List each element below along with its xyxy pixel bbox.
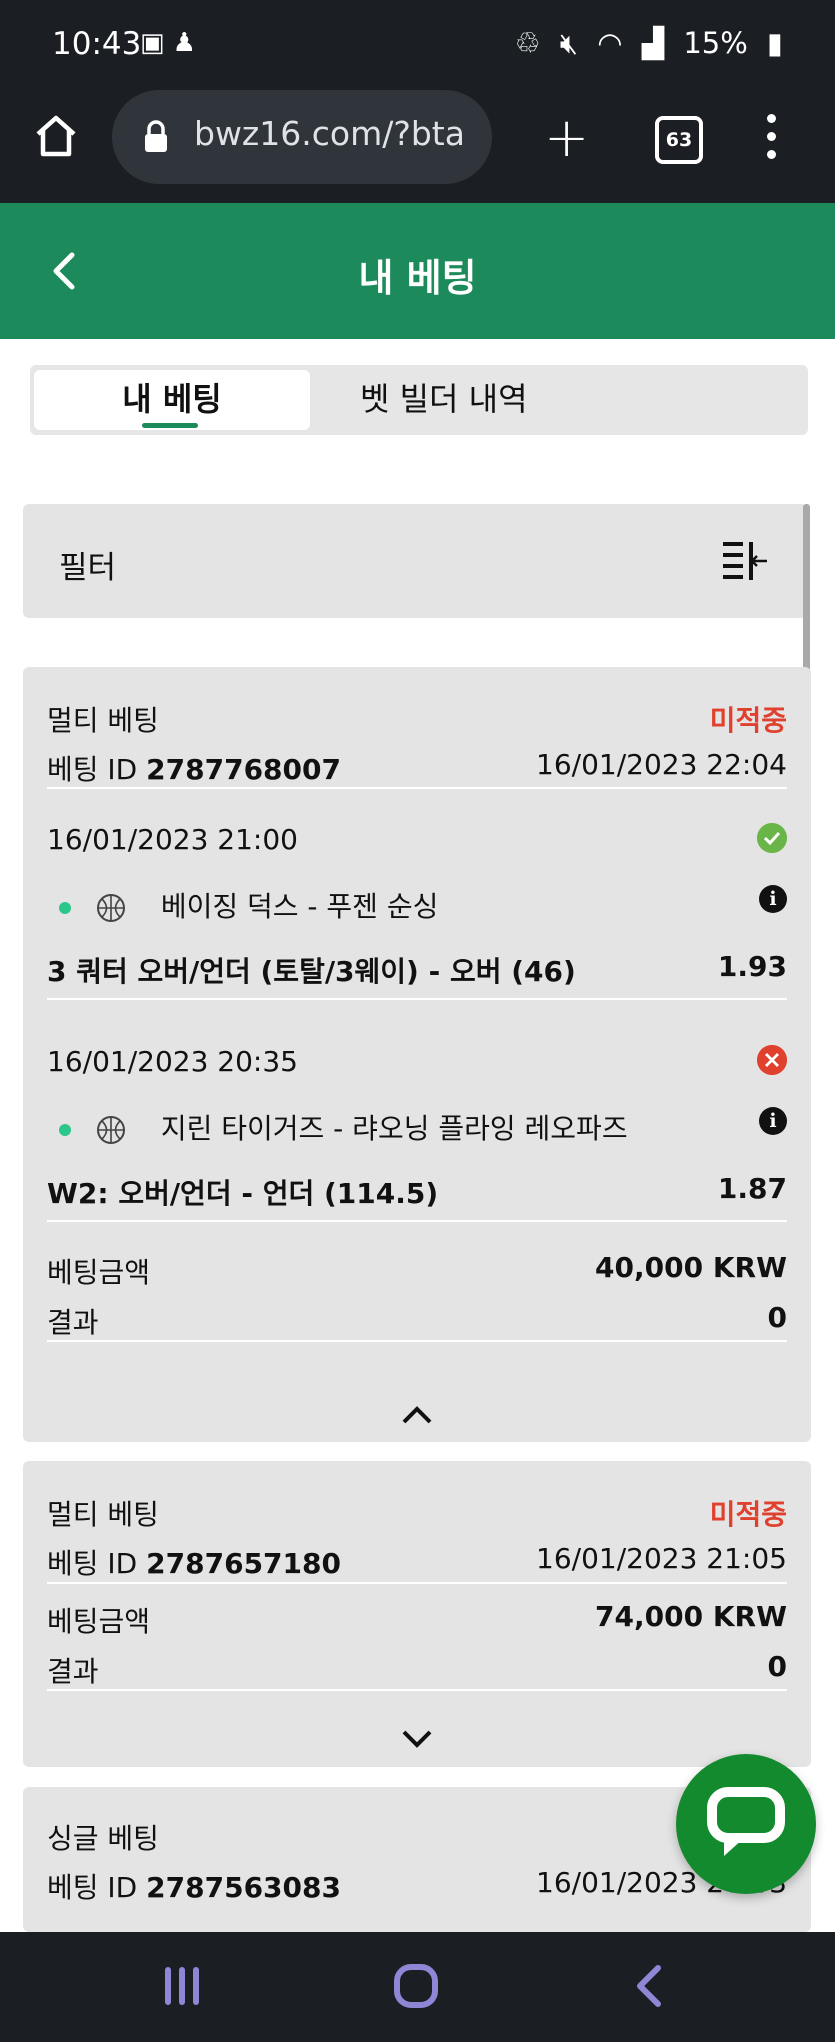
active-tab-indicator <box>142 423 198 428</box>
selection-match: 베이징 덕스 - 푸젠 순싱 <box>160 890 439 923</box>
selection-match-row: 지린 타이거즈 - 랴오닝 플라잉 레오파즈 i <box>47 1107 787 1147</box>
selection-match: 지린 타이거즈 - 랴오닝 플라잉 레오파즈 <box>160 1112 628 1145</box>
tab-my-bets-label: 내 베팅 <box>122 380 222 418</box>
divider <box>47 1582 787 1584</box>
bet-id-label: 베팅 ID <box>47 1871 138 1904</box>
tab-switcher-button[interactable]: 63 <box>655 116 703 164</box>
status-right: ♲ 🔇︎ ◠ ▟ 15% ▮ <box>505 26 783 61</box>
result-label: 결과 <box>47 1306 99 1339</box>
bet-id-label: 베팅 ID <box>47 1547 138 1580</box>
new-tab-button[interactable]: + <box>544 111 589 165</box>
bet-tabs: 내 베팅 벳 빌더 내역 <box>30 365 808 435</box>
basketball-icon <box>96 1116 125 1144</box>
battery-percent: 15% <box>683 26 748 60</box>
stake-label: 베팅금액 <box>47 1605 151 1638</box>
bet-type: 싱글 베팅 <box>47 1822 159 1855</box>
live-chat-button[interactable] <box>676 1754 816 1894</box>
app-header: 내 베팅 <box>0 203 835 339</box>
bet-datetime: 16/01/2023 21:05 <box>536 1542 787 1575</box>
bet-type: 멀티 베팅 <box>47 704 159 737</box>
live-dot-icon <box>59 1124 71 1136</box>
home-nav-icon[interactable] <box>392 1962 440 2010</box>
chevron-up-icon[interactable] <box>400 1405 434 1425</box>
bet-card: 멀티 베팅 미적중 베팅 ID 2787657180 16/01/2023 21… <box>23 1461 811 1767</box>
status-time: 10:43 <box>52 26 142 62</box>
stake-value: 74,000 KRW <box>595 1600 787 1633</box>
selection-market-row: 3 쿼터 오버/언더 (토탈/3웨이) - 오버 (46) 1.93 <box>47 950 787 990</box>
address-bar[interactable]: bwz16.com/?bta <box>112 90 492 184</box>
lock-icon <box>145 120 167 152</box>
status-bar: 10:43 ▣♟ ♲ 🔇︎ ◠ ▟ 15% ▮ <box>0 0 835 90</box>
stake-row: 베팅금액 40,000 KRW <box>47 1251 787 1291</box>
tab-my-bets[interactable]: 내 베팅 <box>34 370 310 430</box>
home-icon[interactable] <box>32 112 80 160</box>
stake-row: 베팅금액 74,000 KRW <box>47 1600 787 1640</box>
bet-type: 멀티 베팅 <box>47 1498 159 1531</box>
filter-icon[interactable] <box>721 540 769 582</box>
selection-match-row: 베이징 덕스 - 푸젠 순싱 i <box>47 885 787 925</box>
filter-bar[interactable]: 필터 <box>23 504 807 618</box>
page-title: 내 베팅 <box>358 256 477 300</box>
bet-type-row: 멀티 베팅 미적중 <box>47 699 787 739</box>
lost-x-icon <box>757 1045 787 1075</box>
bet-status: 미적중 <box>709 1498 787 1531</box>
browser-menu-icon[interactable] <box>763 114 779 168</box>
back-nav-icon[interactable] <box>632 1964 666 2008</box>
bet-status: 미적중 <box>709 704 787 737</box>
divider <box>47 1340 787 1342</box>
stake-value: 40,000 KRW <box>595 1251 787 1284</box>
divider <box>47 998 787 1000</box>
result-value: 0 <box>767 1301 787 1334</box>
mute-icon: 🔇︎ <box>559 26 579 60</box>
bet-id: 2787657180 <box>146 1547 341 1580</box>
chat-bubble-icon <box>707 1787 785 1856</box>
selection-datetime: 16/01/2023 21:00 <box>47 823 298 856</box>
battery-saver-icon: ♲ <box>514 26 541 60</box>
bet-id-row: 베팅 ID 2787657180 16/01/2023 21:05 <box>47 1542 787 1582</box>
result-row: 결과 0 <box>47 1650 787 1690</box>
selection-market: 3 쿼터 오버/언더 (토탈/3웨이) - 오버 (46) <box>47 955 576 988</box>
result-value: 0 <box>767 1650 787 1683</box>
chevron-down-icon[interactable] <box>400 1729 434 1749</box>
bet-id-row: 베팅 ID 2787768007 16/01/2023 22:04 <box>47 748 787 788</box>
recent-apps-icon[interactable] <box>162 1964 202 2008</box>
filter-label: 필터 <box>59 550 117 586</box>
live-dot-icon <box>59 902 71 914</box>
result-row: 결과 0 <box>47 1301 787 1341</box>
tab-bet-builder-history[interactable]: 벳 빌더 내역 <box>360 370 528 430</box>
bet-id: 2787768007 <box>146 753 341 786</box>
selection-market: W2: 오버/언더 - 언더 (114.5) <box>47 1177 439 1210</box>
notification-icons: ▣♟ <box>140 28 204 58</box>
basketball-icon <box>96 894 125 922</box>
divider <box>47 787 787 789</box>
bet-id-label: 베팅 ID <box>47 753 138 786</box>
bet-id-row: 베팅 ID 2787563083 16/01/2023 20:03 <box>47 1866 787 1906</box>
stake-label: 베팅금액 <box>47 1256 151 1289</box>
browser-toolbar: bwz16.com/?bta + 63 <box>0 90 835 203</box>
divider <box>47 1689 787 1691</box>
battery-icon: ▮ <box>767 26 783 60</box>
bet-card: 멀티 베팅 미적중 베팅 ID 2787768007 16/01/2023 22… <box>23 667 811 1442</box>
divider <box>47 1220 787 1222</box>
selection-datetime-row: 16/01/2023 20:35 <box>47 1045 787 1078</box>
system-nav-bar <box>0 1932 835 2042</box>
image-icon: ▣ <box>140 28 173 58</box>
selection-datetime-row: 16/01/2023 21:00 <box>47 823 787 856</box>
bet-type-row: 멀티 베팅 미적중 <box>47 1493 787 1533</box>
wifi-icon: ◠ <box>597 26 623 60</box>
signal-icon: ▟ <box>641 26 665 60</box>
result-label: 결과 <box>47 1655 99 1688</box>
bet-id: 2787563083 <box>146 1871 341 1904</box>
notification-icon: ♟ <box>172 28 204 58</box>
selection-market-row: W2: 오버/언더 - 언더 (114.5) 1.87 <box>47 1172 787 1212</box>
selection-datetime: 16/01/2023 20:35 <box>47 1045 298 1078</box>
selection-odds: 1.87 <box>717 1172 787 1205</box>
info-icon[interactable]: i <box>759 885 787 913</box>
bet-datetime: 16/01/2023 22:04 <box>536 748 787 781</box>
info-icon[interactable]: i <box>759 1107 787 1135</box>
url-text[interactable]: bwz16.com/?bta <box>194 114 484 153</box>
won-check-icon <box>757 823 787 853</box>
selection-odds: 1.93 <box>717 950 787 983</box>
